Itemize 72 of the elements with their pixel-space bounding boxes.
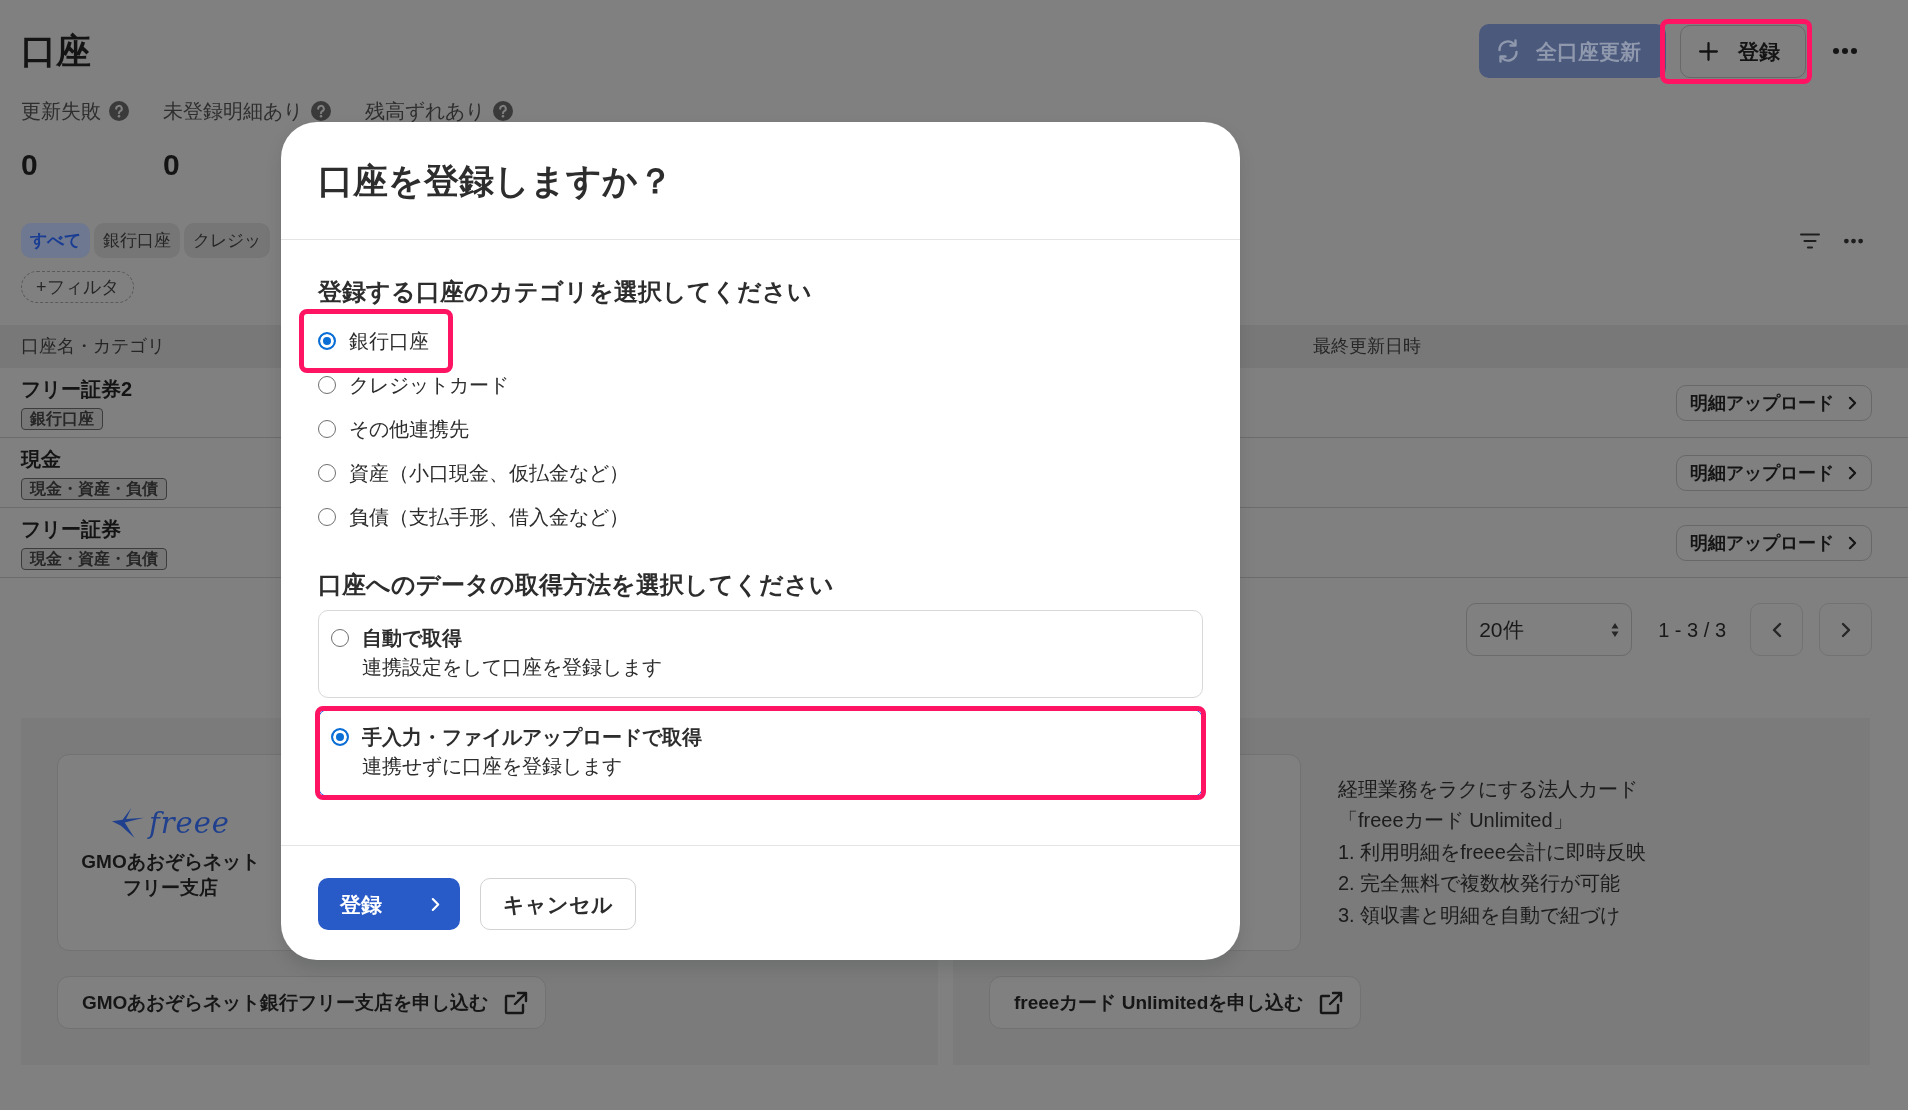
- page-range: 1 - 3 / 3: [1658, 617, 1726, 643]
- promo-text-line: 1. 利用明細をfreee会計に即時反映: [1338, 839, 1646, 865]
- stat-value: 0: [163, 148, 180, 181]
- column-header: 口座名・カテゴリ: [21, 336, 165, 357]
- category-option[interactable]: 資産（小口現金、仮払金など）: [318, 458, 629, 488]
- category-option[interactable]: 負債（支払手形、借入金など）: [318, 502, 629, 532]
- radio-button[interactable]: [318, 332, 336, 350]
- promo-text-line: 経理業務をラクにする法人カード: [1338, 776, 1639, 802]
- radio-button[interactable]: [318, 420, 336, 438]
- section-heading: 登録する口座のカテゴリを選択してください: [318, 277, 813, 307]
- help-icon: [109, 101, 129, 121]
- column-header: 最終更新日時: [1313, 336, 1421, 357]
- page-title: 口座: [21, 30, 91, 72]
- promo-text-line: 「freeeカード Unlimited」: [1338, 808, 1574, 834]
- external-link-icon: [504, 990, 529, 1015]
- logo-text: freee: [148, 804, 231, 841]
- category-tag: 現金・資産・負債: [21, 547, 167, 570]
- more-icon[interactable]: [1833, 48, 1857, 54]
- category-option[interactable]: 銀行口座: [318, 326, 429, 356]
- chevron-left-icon: [1771, 621, 1782, 638]
- promo-card-text: GMOあおぞらネット: [81, 849, 260, 874]
- external-link-icon: [1319, 990, 1344, 1015]
- method-option[interactable]: 手入力・ファイルアップロードで取得 連携せずに口座を登録します: [318, 709, 1203, 797]
- promo-text-line: 2. 完全無料で複数枚発行が可能: [1338, 871, 1622, 897]
- upload-statement-button[interactable]: 明細アップロード: [1676, 454, 1872, 491]
- more-icon[interactable]: [1844, 237, 1863, 244]
- apply-button[interactable]: GMOあおぞらネット銀行フリー支店を申し込む: [57, 976, 547, 1029]
- category-tag: 銀行口座: [21, 407, 103, 430]
- account-name: フリー証券2: [21, 377, 133, 400]
- radio-button[interactable]: [318, 464, 336, 482]
- radio-button[interactable]: [331, 629, 349, 647]
- promo-card-text: フリー支店: [123, 875, 218, 900]
- cancel-button[interactable]: キャンセル: [480, 878, 636, 930]
- help-icon: [311, 101, 331, 121]
- option-title: 自動で取得: [362, 626, 463, 651]
- upload-statement-button[interactable]: 明細アップロード: [1676, 524, 1872, 561]
- option-description: 連携せずに口座を登録します: [362, 754, 623, 779]
- sync-icon: [1497, 39, 1519, 63]
- stat-value: 0: [21, 148, 38, 181]
- category-option[interactable]: その他連携先: [318, 414, 469, 444]
- page-size-select[interactable]: 20件: [1466, 603, 1633, 656]
- add-button[interactable]: 登録: [1680, 24, 1806, 78]
- radio-button[interactable]: [318, 508, 336, 526]
- filter-tab[interactable]: クレジッ: [184, 223, 270, 258]
- help-icon: [493, 101, 513, 121]
- chevron-right-icon: [1840, 621, 1851, 638]
- stat-label: 未登録明細あり: [163, 100, 303, 122]
- chevron-right-icon: [431, 896, 440, 912]
- up-down-arrows-icon: [1611, 621, 1620, 638]
- chevron-right-icon: [1848, 395, 1857, 410]
- option-title: 手入力・ファイルアップロードで取得: [362, 725, 702, 750]
- plus-icon: [1699, 41, 1718, 61]
- category-option[interactable]: クレジットカード: [318, 370, 509, 400]
- option-description: 連携設定をして口座を登録します: [362, 655, 662, 680]
- filter-tab[interactable]: 銀行口座: [94, 223, 180, 258]
- radio-button[interactable]: [318, 376, 336, 394]
- category-tag: 現金・資産・負債: [21, 477, 167, 500]
- stat-label: 残高ずれあり: [365, 100, 485, 122]
- dialog-title: 口座を登録しますか？: [318, 159, 673, 202]
- filter-icon[interactable]: [1800, 232, 1820, 249]
- section-heading: 口座へのデータの取得方法を選択してください: [318, 570, 835, 600]
- chevron-right-icon: [1848, 535, 1857, 550]
- upload-statement-button[interactable]: 明細アップロード: [1676, 384, 1872, 421]
- radio-button[interactable]: [331, 728, 349, 746]
- account-name: フリー証券: [21, 517, 121, 540]
- account-name: 現金: [21, 447, 61, 470]
- method-option[interactable]: 自動で取得 連携設定をして口座を登録します: [318, 610, 1203, 698]
- apply-button[interactable]: freeeカード Unlimitedを申し込む: [989, 976, 1362, 1029]
- chevron-right-icon: [1848, 465, 1857, 480]
- promo-text-line: 3. 領収書と明細を自動で紐づけ: [1338, 902, 1622, 928]
- register-button[interactable]: 登録: [318, 878, 460, 930]
- stat-label: 更新失敗: [21, 100, 101, 122]
